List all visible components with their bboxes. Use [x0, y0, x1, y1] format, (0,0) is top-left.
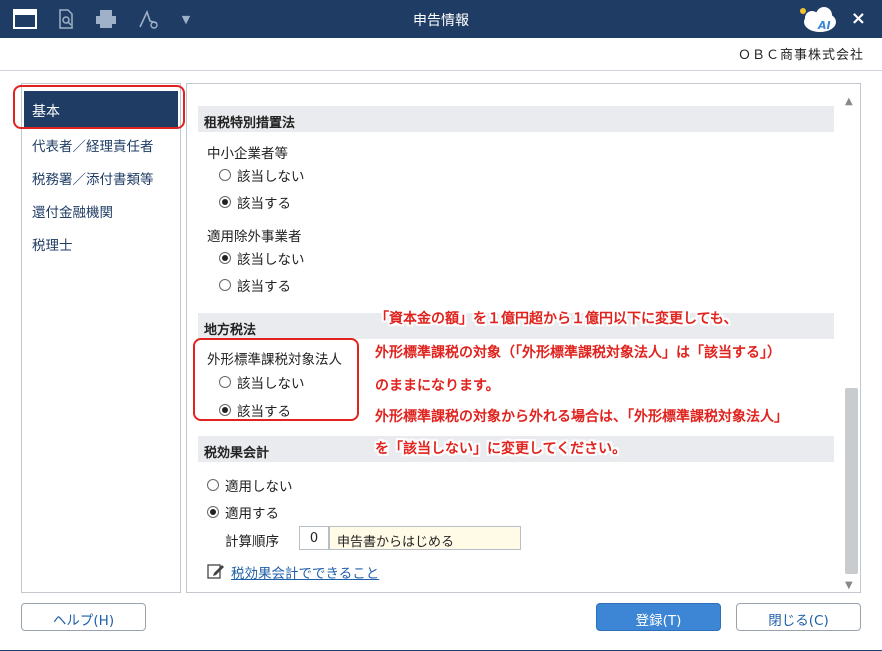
header-divider [0, 70, 882, 71]
zeikouka-help-link[interactable]: 税効果会計でできること [231, 562, 379, 582]
annotation-line-1: 「資本金の額」を１億円超から１億円以下に変更しても、 [375, 311, 738, 327]
zeikouka-radio-no[interactable]: 適用しない [207, 475, 293, 495]
annotation-line-2: 外形標準課税の対象（「外形標準課税対象法人」は「該当する」） [375, 345, 781, 361]
company-name: ＯＢＣ商事株式会社 [737, 48, 864, 63]
annotation-line-3: のままになります。 [375, 378, 500, 394]
annotation-line-5: を「該当しない」に変更してください。 [375, 441, 627, 457]
calc-order-number[interactable]: 0 [299, 526, 329, 550]
exclusion-radio-yes[interactable]: 該当する [219, 275, 291, 295]
exclusion-radio-no[interactable]: 該当しない [219, 248, 305, 268]
exclusion-label: 適用除外事業者 [207, 229, 302, 245]
sme-radio-yes[interactable]: 該当する [219, 192, 291, 212]
vertical-scrollbar[interactable]: ▲ ▼ [843, 92, 859, 592]
scroll-up-icon[interactable]: ▲ [845, 96, 853, 107]
radio-checked-icon [219, 196, 231, 208]
close-button[interactable]: 閉じる(C) [736, 603, 861, 631]
section-header-sozei: 租税特別措置法 [198, 106, 834, 132]
sidebar-item-tax-accountant[interactable]: 税理士 [32, 234, 73, 254]
help-button[interactable]: ヘルプ(H) [21, 603, 146, 631]
close-icon[interactable]: × [851, 8, 866, 29]
radio-checked-icon [207, 506, 219, 518]
annotation-line-4: 外形標準課税の対象から外れる場合は、「外形標準課税対象法人」 [375, 409, 788, 425]
radio-icon [219, 169, 231, 181]
sidebar-item-refund-bank[interactable]: 還付金融機関 [32, 201, 113, 221]
scroll-down-icon[interactable]: ▼ [845, 580, 853, 591]
title-bar: ▼ 申告情報 AI × [0, 0, 882, 38]
zeikouka-radio-yes[interactable]: 適用する [207, 502, 279, 522]
radio-icon [219, 279, 231, 291]
sidebar-nav: 基本 代表者／経理責任者 税務署／添付書類等 還付金融機関 税理士 [21, 83, 181, 593]
sme-label: 中小企業者等 [207, 146, 288, 162]
edit-note-icon [207, 562, 225, 580]
radio-checked-icon [219, 252, 231, 264]
sme-radio-no[interactable]: 該当しない [219, 165, 305, 185]
window-title: 申告情報 [413, 13, 469, 29]
ai-icon[interactable]: AI [798, 4, 838, 34]
highlight-box-basic [13, 85, 185, 129]
highlight-box-gaikei [193, 338, 359, 421]
calc-order-label: 計算順序 [225, 534, 279, 550]
register-button[interactable]: 登録(T) [596, 603, 721, 631]
sidebar-item-representative[interactable]: 代表者／経理責任者 [32, 135, 154, 155]
radio-icon [207, 479, 219, 491]
svg-text:AI: AI [817, 19, 831, 32]
sidebar-item-tax-office[interactable]: 税務署／添付書類等 [32, 168, 154, 188]
calc-order-value[interactable]: 申告書からはじめる [329, 526, 521, 550]
